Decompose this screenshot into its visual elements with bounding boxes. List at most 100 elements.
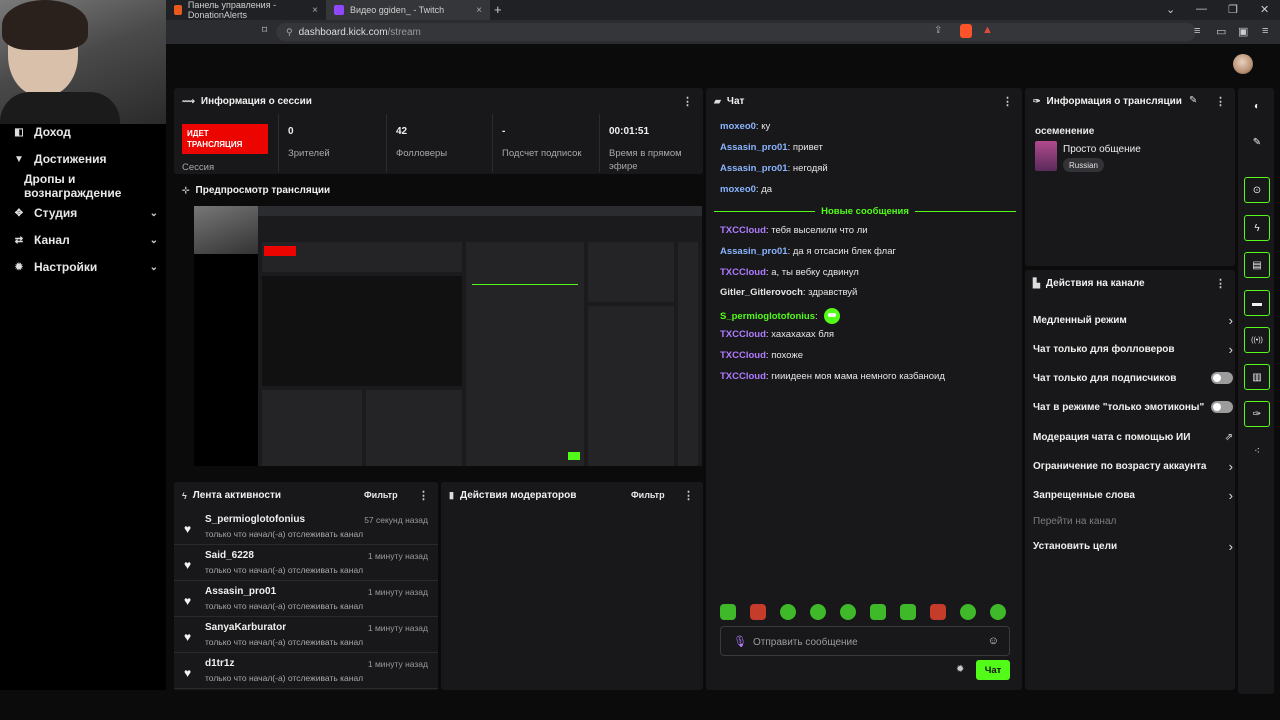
sidebar-toggle-icon[interactable]: ▭ xyxy=(1216,25,1226,38)
chat-username[interactable]: Assasin_pro01 xyxy=(720,163,788,174)
channel-action-item[interactable]: Чат только для фолловеров › xyxy=(1033,339,1233,359)
chat-username[interactable]: Assasin_pro01 xyxy=(720,246,788,257)
chat-message: TXCCloud: гииидеен моя мама немного казб… xyxy=(720,371,945,382)
nav-item-channel[interactable]: ⇄ Канал ⌄ xyxy=(0,229,166,251)
toggle-switch[interactable] xyxy=(1211,372,1233,384)
channel-action-item[interactable]: Медленный режим › xyxy=(1033,310,1233,330)
chat-username[interactable]: TXCCloud xyxy=(720,329,766,340)
chat-bubble-icon[interactable]: ▬ xyxy=(1244,290,1270,316)
tab-search-icon[interactable]: ⌄ xyxy=(1166,3,1175,16)
close-icon[interactable]: × xyxy=(476,5,482,16)
channel-action-item[interactable]: Установить цели › xyxy=(1033,536,1233,556)
wallet-icon[interactable]: ▣ xyxy=(1238,25,1248,38)
emote-button[interactable] xyxy=(750,604,766,620)
filter-button[interactable]: Фильтр xyxy=(631,490,665,500)
minimize-button[interactable]: — xyxy=(1196,3,1207,15)
chat-username[interactable]: moxeo0 xyxy=(720,184,756,195)
notes-icon[interactable]: ▤ xyxy=(1244,252,1270,278)
nodes-icon[interactable]: ⁖ xyxy=(1244,438,1270,464)
more-options-icon[interactable]: ⋮ xyxy=(683,489,694,502)
activity-user[interactable]: S_permioglotofonius xyxy=(205,514,305,525)
channel-action-item[interactable]: Чат только для подписчиков xyxy=(1033,368,1233,388)
nav-item-drops[interactable]: Дропы и вознаграждение xyxy=(0,172,166,200)
chat-settings-icon[interactable]: ✹ xyxy=(956,664,964,675)
brave-shield-icon[interactable] xyxy=(960,24,972,38)
emoji-picker-icon[interactable]: ☺ xyxy=(988,635,999,647)
right-tool-rail: ◐ ✎ ⊙ ϟ ▤ ▬ ((•)) ▥ ✑ ⁖ xyxy=(1238,88,1274,694)
activity-row[interactable]: ♥ S_permioglotofonius только что начал(-а)… xyxy=(174,509,438,545)
chat-username[interactable]: moxeo0 xyxy=(720,121,756,132)
layout-icon[interactable]: ▥ xyxy=(1244,364,1270,390)
chat-username[interactable]: TXCCloud xyxy=(720,267,766,278)
toggle-switch[interactable] xyxy=(1211,401,1233,413)
chat-username[interactable]: Gitler_Gitlerovoch xyxy=(720,287,803,298)
chat-username[interactable]: S_permioglotofonius xyxy=(720,311,815,322)
wrench-icon[interactable]: ✑ xyxy=(1244,401,1270,427)
channel-action-label: Чат только для подписчиков xyxy=(1033,372,1177,384)
emote-button[interactable] xyxy=(960,604,976,620)
more-options-icon[interactable]: ⋮ xyxy=(1215,95,1226,108)
new-tab-button[interactable]: + xyxy=(494,2,502,17)
chat-username[interactable]: TXCCloud xyxy=(720,350,766,361)
activity-row[interactable]: ♥ d1tr1z только что начал(-а) отслеживать … xyxy=(174,653,438,689)
filter-button[interactable]: Фильтр xyxy=(364,490,398,500)
channel-action-item[interactable]: Запрещенные слова › xyxy=(1033,485,1233,505)
activity-user[interactable]: SanyaKarburator xyxy=(205,622,286,633)
channel-action-item[interactable]: Модерация чата с помощью ИИ ⇗ xyxy=(1033,427,1233,447)
chat-username[interactable]: TXCCloud xyxy=(720,225,766,236)
chat-username[interactable]: TXCCloud xyxy=(720,371,766,382)
more-options-icon[interactable]: ⋮ xyxy=(682,95,693,108)
emote-button[interactable] xyxy=(990,604,1006,620)
nav-item-settings[interactable]: ✹ Настройки ⌄ xyxy=(0,256,166,278)
panel-title: ▙ Действия на канале xyxy=(1033,278,1145,289)
site-info-icon[interactable]: ⚲ xyxy=(286,27,293,38)
more-options-icon[interactable]: ⋮ xyxy=(418,489,429,502)
activity-user[interactable]: Assasin_pro01 xyxy=(205,586,276,597)
emote-button[interactable] xyxy=(840,604,856,620)
moon-icon[interactable]: ◐ xyxy=(1244,93,1270,119)
close-window-button[interactable]: ✕ xyxy=(1260,3,1269,16)
emote-button[interactable] xyxy=(810,604,826,620)
emote-button[interactable] xyxy=(930,604,946,620)
url-field[interactable]: ⚲ dashboard.kick.com/stream xyxy=(276,23,1196,41)
channel-action-item[interactable]: Перейти на канал xyxy=(1033,511,1229,531)
share-icon[interactable]: ⇪ xyxy=(934,25,942,36)
brave-rewards-icon[interactable]: ▲ xyxy=(982,24,993,36)
edit-pencil-icon[interactable]: ✎ xyxy=(1189,95,1197,106)
lightning-icon[interactable]: ϟ xyxy=(1244,215,1270,241)
playlist-icon[interactable]: ≡ xyxy=(1194,25,1200,37)
activity-row[interactable]: ♥ Said_6228 только что начал(-а) отслежива… xyxy=(174,545,438,581)
activity-user[interactable]: Said_6228 xyxy=(205,550,254,561)
chat-message-input[interactable] xyxy=(753,633,973,651)
bookmark-icon[interactable]: ⌑ xyxy=(262,25,267,36)
avatar[interactable] xyxy=(1233,54,1253,74)
preview-send xyxy=(568,452,580,460)
browser-tab-active[interactable]: Видео ggiden_ - Twitch × xyxy=(326,0,490,20)
channel-action-item[interactable]: Чат в режиме "только эмотиконы" xyxy=(1033,397,1233,417)
emote-button[interactable] xyxy=(870,604,886,620)
activity-user[interactable]: d1tr1z xyxy=(205,658,234,669)
channel-action-item[interactable]: Ограничение по возрасту аккаунта › xyxy=(1033,456,1233,476)
emote-button[interactable] xyxy=(900,604,916,620)
camera-focus-icon[interactable]: ⊙ xyxy=(1244,177,1270,203)
emote-button[interactable] xyxy=(780,604,796,620)
close-icon[interactable]: × xyxy=(312,5,318,16)
microphone-icon[interactable]: 🎙 xyxy=(733,635,747,648)
nav-item-revenue[interactable]: ◧ Доход xyxy=(0,121,166,143)
emote-button[interactable] xyxy=(720,604,736,620)
maximize-button[interactable]: ❐ xyxy=(1228,3,1238,16)
nav-item-achievements[interactable]: ▼ Достижения xyxy=(0,148,166,170)
browser-tab[interactable]: Панель управления - DonationAlerts × xyxy=(166,0,326,20)
menu-icon[interactable]: ≡ xyxy=(1262,25,1268,37)
chat-username[interactable]: Assasin_pro01 xyxy=(720,142,788,153)
nav-item-studio[interactable]: ✥ Студия ⌄ xyxy=(0,202,166,224)
send-chat-button[interactable]: Чат xyxy=(976,660,1010,680)
activity-row[interactable]: ♥ SanyaKarburator только что начал(-а) отс… xyxy=(174,617,438,653)
more-options-icon[interactable]: ⋮ xyxy=(1215,277,1226,290)
broadcast-icon[interactable]: ((•)) xyxy=(1244,327,1270,353)
stream-preview-video[interactable] xyxy=(194,206,702,466)
activity-row[interactable]: ♥ Assasin_pro01 только что начал(-а) отсле… xyxy=(174,581,438,617)
pencil-icon[interactable]: ✎ xyxy=(1244,129,1270,155)
more-options-icon[interactable]: ⋮ xyxy=(1002,95,1013,108)
divider xyxy=(278,114,279,172)
